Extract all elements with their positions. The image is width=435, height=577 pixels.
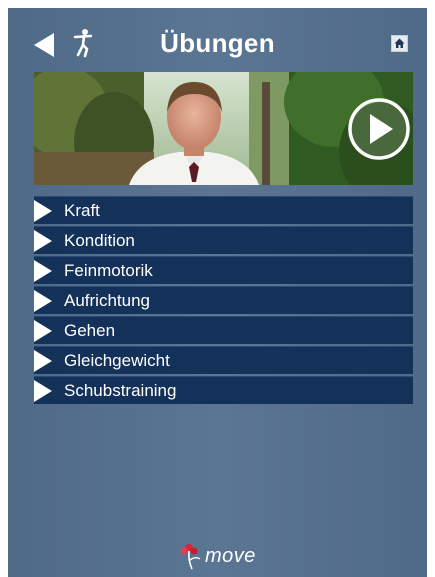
page-title: Übungen	[160, 28, 275, 58]
logo-text: move	[205, 545, 256, 567]
menu-item-label: Gehen	[64, 321, 116, 340]
home-icon	[394, 38, 405, 48]
chevron-right-icon	[34, 260, 52, 282]
menu-item-gleichgewicht[interactable]: Gleichgewicht	[34, 346, 413, 374]
chevron-right-icon	[34, 290, 52, 312]
chevron-right-icon	[34, 320, 52, 342]
chevron-right-icon	[34, 380, 52, 402]
menu-item-label: Kraft	[64, 201, 100, 220]
menu-item-label: Schubstraining	[64, 381, 177, 400]
home-button[interactable]	[391, 35, 408, 52]
chevron-right-icon	[34, 350, 52, 372]
exercise-category-list: Kraft Kondition Feinmotorik Aufrichtung …	[34, 196, 413, 406]
menu-item-aufrichtung[interactable]: Aufrichtung	[34, 286, 413, 314]
menu-item-feinmotorik[interactable]: Feinmotorik	[34, 256, 413, 284]
flower-icon	[180, 544, 201, 570]
video-preview-image	[34, 72, 413, 185]
menu-item-kondition[interactable]: Kondition	[34, 226, 413, 254]
menu-item-label: Gleichgewicht	[64, 351, 170, 370]
move-logo: move	[176, 542, 286, 570]
header-bar: Übungen	[8, 8, 427, 70]
app-screen: Übungen Kraft Kondition Feinmotorik Aufr…	[8, 8, 427, 577]
menu-item-schubstraining[interactable]: Schubstraining	[34, 376, 413, 404]
menu-item-label: Aufrichtung	[64, 291, 150, 310]
chevron-right-icon	[34, 200, 52, 222]
intro-video-thumbnail[interactable]	[34, 72, 413, 185]
chevron-right-icon	[34, 230, 52, 252]
menu-item-kraft[interactable]: Kraft	[34, 196, 413, 224]
menu-item-gehen[interactable]: Gehen	[34, 316, 413, 344]
menu-item-label: Kondition	[64, 231, 135, 250]
menu-item-label: Feinmotorik	[64, 261, 153, 280]
